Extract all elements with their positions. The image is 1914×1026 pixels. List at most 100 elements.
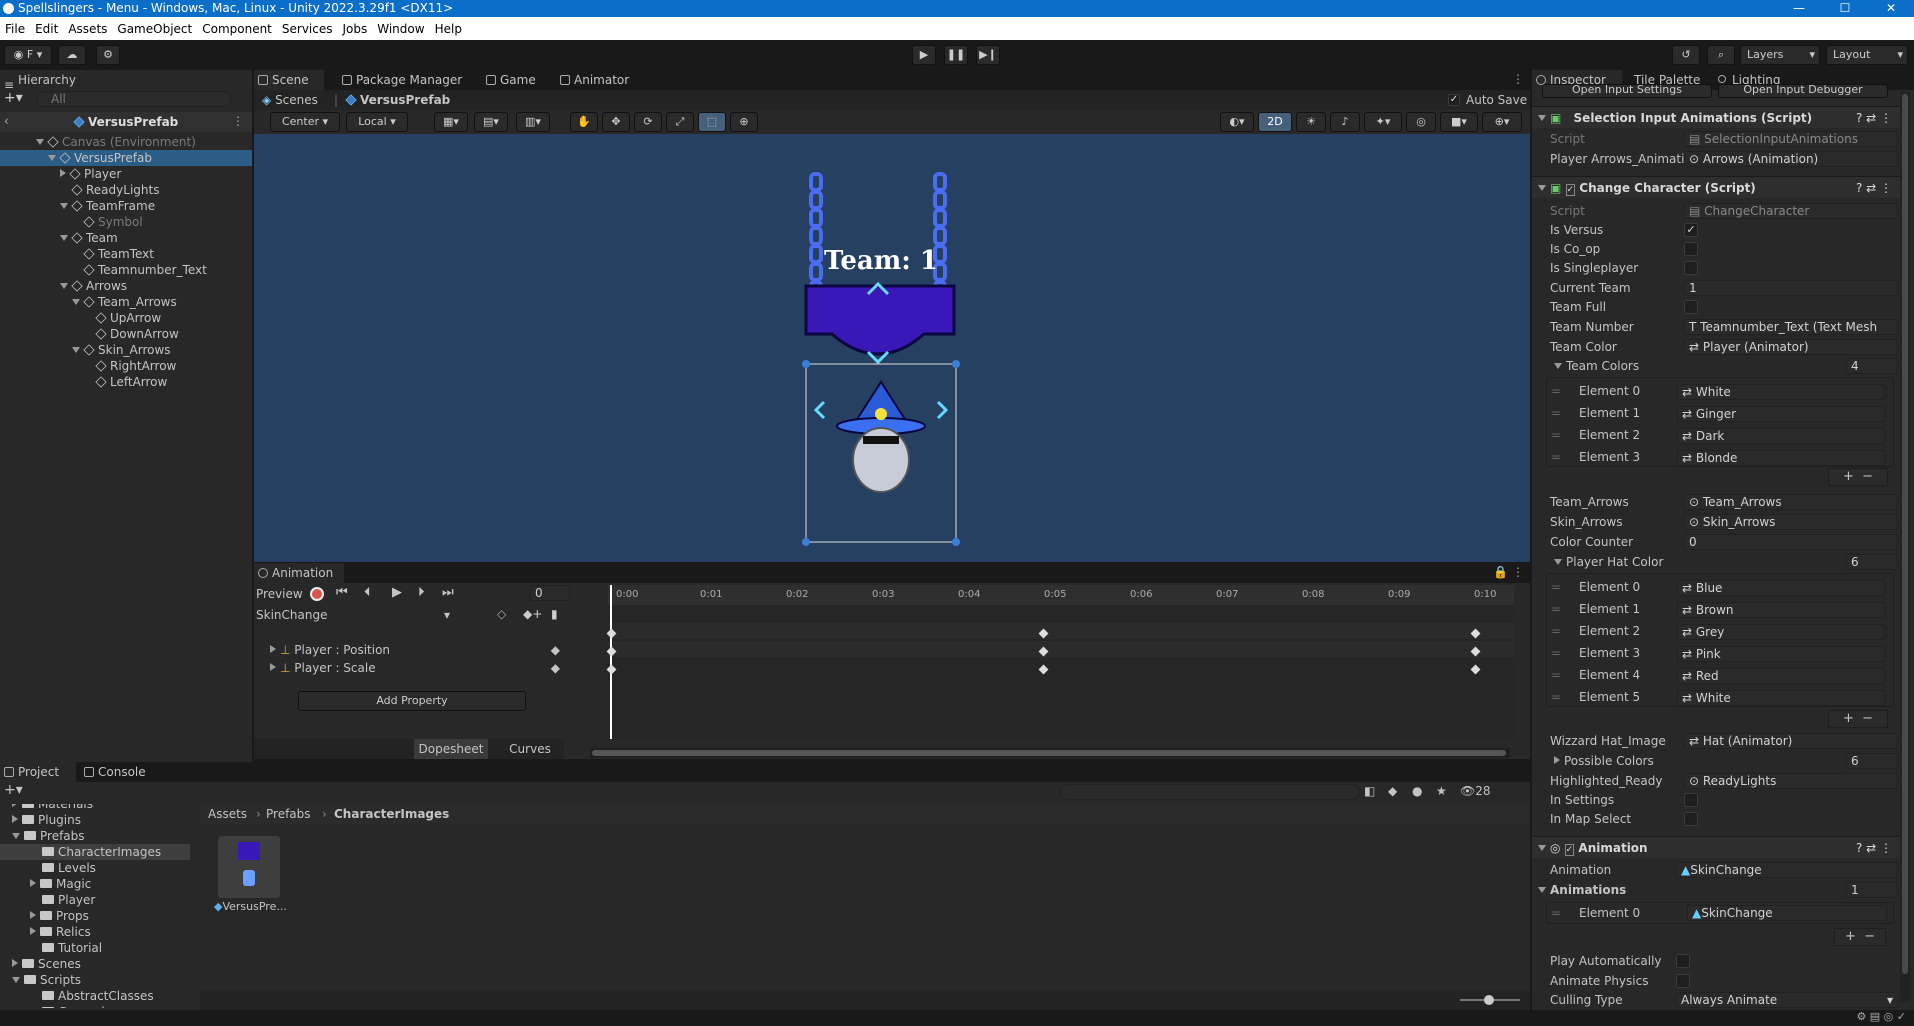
gizmos-icon[interactable]: ⊕▾: [1482, 112, 1522, 132]
2d-toggle[interactable]: 2D: [1258, 112, 1292, 132]
open-input-debugger-button[interactable]: Open Input Debugger: [1718, 84, 1888, 98]
prefab-root-label[interactable]: VersusPrefab: [73, 115, 178, 129]
audio-icon[interactable]: ♪: [1330, 112, 1360, 132]
move-tool-icon[interactable]: ✥: [602, 112, 630, 132]
lighting-icon[interactable]: ☀: [1296, 112, 1326, 132]
grid-snap-icon[interactable]: ▦▾: [434, 112, 468, 132]
crumb-prefabs[interactable]: Prefabs: [266, 807, 311, 821]
current-team-field[interactable]: 1: [1684, 280, 1898, 296]
team-arrows-field[interactable]: ⊙ Team_Arrows: [1684, 494, 1898, 510]
element-field[interactable]: ⇄ Blonde: [1677, 450, 1885, 466]
hierarchy-row[interactable]: VersusPrefab: [0, 150, 252, 166]
space-dropdown[interactable]: Local ▾: [346, 112, 408, 132]
lock-icon[interactable]: 🔒: [1493, 565, 1508, 579]
favorite-icon[interactable]: ★: [1436, 784, 1447, 798]
play-auto-checkbox[interactable]: [1676, 954, 1690, 968]
project-folder-row[interactable]: Props: [0, 908, 190, 924]
expand-arrow-icon[interactable]: [12, 959, 18, 967]
visibility-icon[interactable]: ◎: [1406, 112, 1436, 132]
element-field[interactable]: ⇄ Brown: [1677, 602, 1885, 618]
animations-foldout[interactable]: Animations: [1538, 882, 1626, 899]
is-versus-checkbox[interactable]: ✓: [1684, 223, 1698, 237]
tab-animator[interactable]: Animator: [556, 70, 646, 90]
hierarchy-row[interactable]: Canvas (Environment): [0, 134, 252, 150]
team-number-field[interactable]: T Teamnumber_Text (Text Mesh: [1684, 319, 1898, 335]
anim-clip-field[interactable]: ▲SkinChange: [1676, 862, 1898, 878]
account-button[interactable]: ◉ F ▾: [4, 45, 52, 65]
hierarchy-row[interactable]: Team: [0, 230, 252, 246]
drag-handle-icon[interactable]: =: [1551, 450, 1561, 464]
menu-assets[interactable]: Assets: [63, 22, 112, 36]
hierarchy-search-input[interactable]: All: [36, 91, 232, 107]
snap-settings-icon[interactable]: ▥▾: [516, 112, 550, 132]
animations-count[interactable]: 1: [1846, 882, 1898, 898]
change-character-header[interactable]: ▣ ✓ Change Character (Script) ? ⇄ ⋮: [1532, 176, 1900, 198]
tab-hierarchy[interactable]: ≡ Hierarchy: [0, 70, 252, 92]
team-color-field[interactable]: ⇄ Player (Animator): [1684, 339, 1898, 355]
search-icon[interactable]: ⌕: [1707, 45, 1735, 65]
project-folder-row[interactable]: Tutorial: [0, 940, 190, 956]
drag-handle-icon[interactable]: =: [1551, 580, 1561, 594]
element-field[interactable]: ⇄ White: [1677, 384, 1885, 400]
culling-type-dropdown[interactable]: Always Animate ▾: [1676, 992, 1898, 1008]
tab-animation[interactable]: Animation: [254, 563, 344, 583]
element-field[interactable]: ⇄ Dark: [1677, 428, 1885, 444]
expand-arrow-icon[interactable]: [36, 139, 44, 145]
in-map-select-checkbox[interactable]: [1684, 812, 1698, 826]
project-folder-row[interactable]: AbstractClasses: [0, 988, 190, 1004]
expand-arrow-icon[interactable]: [72, 299, 80, 305]
camera-icon[interactable]: ■▾: [1440, 112, 1478, 132]
drag-handle-icon[interactable]: =: [1551, 384, 1561, 398]
autosave-checkbox[interactable]: ✓: [1448, 94, 1460, 106]
drag-handle-icon[interactable]: =: [1551, 428, 1561, 442]
hierarchy-row[interactable]: ReadyLights: [0, 182, 252, 198]
scene-canvas[interactable]: Team: 1: [254, 134, 1530, 562]
hat-colors-count[interactable]: 6: [1846, 554, 1898, 570]
drag-handle-icon[interactable]: =: [1551, 406, 1561, 420]
project-folder-row[interactable]: Magic: [0, 876, 190, 892]
drag-handle-icon[interactable]: =: [1551, 646, 1561, 660]
is-singleplayer-checkbox[interactable]: [1684, 261, 1698, 275]
element-field[interactable]: ⇄ Ginger: [1677, 406, 1885, 422]
expand-arrow-icon[interactable]: [12, 977, 20, 983]
expand-arrow-icon[interactable]: [72, 347, 80, 353]
timeline-scrollbar[interactable]: [590, 748, 1510, 758]
skin-arrows-field[interactable]: ⊙ Skin_Arrows: [1684, 514, 1898, 530]
drag-handle-icon[interactable]: =: [1551, 624, 1561, 638]
element-field[interactable]: ⇄ Red: [1677, 668, 1885, 684]
hierarchy-row[interactable]: Teamnumber_Text: [0, 262, 252, 278]
asset-thumbnail[interactable]: [218, 836, 280, 898]
property-row[interactable]: ⊥ Player : Scale ◆: [270, 660, 560, 676]
project-folder-row[interactable]: Prefabs: [0, 828, 190, 844]
menu-gameobject[interactable]: GameObject: [112, 22, 197, 36]
open-input-settings-button[interactable]: Open Input Settings: [1542, 84, 1712, 98]
team-colors-count[interactable]: 4: [1846, 358, 1898, 374]
project-folder-row[interactable]: CharacterImages: [0, 844, 190, 860]
effects-icon[interactable]: ✦▾: [1364, 112, 1402, 132]
component-menu-icons[interactable]: ? ⇄ ⋮: [1856, 107, 1892, 129]
zoom-slider[interactable]: [1460, 995, 1520, 1005]
project-folder-row[interactable]: Materials: [0, 804, 190, 812]
scene-more-icon[interactable]: ⋮: [1512, 72, 1524, 86]
expand-arrow-icon[interactable]: [60, 235, 68, 241]
hierarchy-row[interactable]: TeamText: [0, 246, 252, 262]
hierarchy-row[interactable]: DownArrow: [0, 326, 252, 342]
hierarchy-row[interactable]: Player: [0, 166, 252, 182]
project-folder-row[interactable]: Plugins: [0, 812, 190, 828]
tab-curves[interactable]: Curves: [498, 739, 562, 759]
animation-component-header[interactable]: ◎ ✓ Animation ? ⇄ ⋮: [1532, 836, 1900, 858]
hierarchy-row[interactable]: TeamFrame: [0, 198, 252, 214]
project-folder-row[interactable]: Gameplay: [0, 1004, 190, 1008]
hat-colors-add-remove[interactable]: + −: [1828, 710, 1888, 728]
menu-help[interactable]: Help: [430, 22, 467, 36]
play-anim-icon[interactable]: ▶: [392, 585, 402, 600]
increment-snap-icon[interactable]: ▤▾: [474, 112, 508, 132]
expand-arrow-icon[interactable]: [30, 927, 36, 935]
hierarchy-row[interactable]: Symbol: [0, 214, 252, 230]
color-counter-field[interactable]: 0: [1684, 534, 1898, 550]
drag-handle-icon[interactable]: =: [1551, 668, 1561, 682]
rect-tool-icon[interactable]: ⬚: [698, 112, 726, 132]
element-field[interactable]: ⇄ Pink: [1677, 646, 1885, 662]
element-field[interactable]: ⇄ Blue: [1677, 580, 1885, 596]
play-button[interactable]: ▶: [912, 45, 936, 65]
